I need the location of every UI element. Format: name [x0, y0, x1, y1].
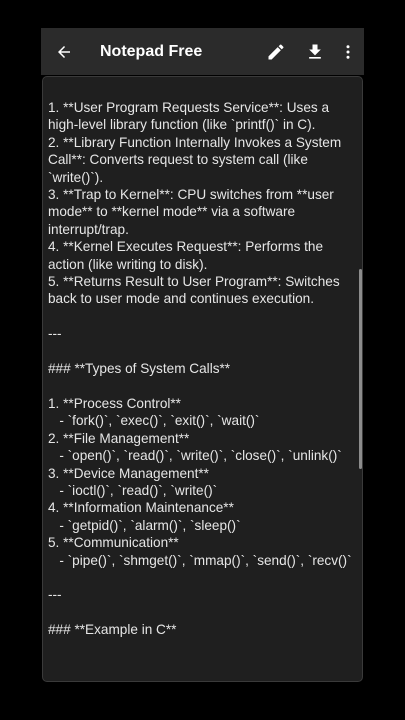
- note-text[interactable]: 1. **User Program Requests Service**: Us…: [48, 99, 360, 639]
- arrow-back-icon: [58, 45, 70, 58]
- more-vertical-icon: [346, 44, 350, 59]
- app-bar: Notepad Free: [41, 28, 364, 75]
- back-button[interactable]: [42, 28, 86, 75]
- more-options-button[interactable]: [336, 28, 360, 75]
- note-editor[interactable]: 1. **User Program Requests Service**: Us…: [42, 76, 363, 682]
- edit-button[interactable]: [261, 28, 291, 75]
- pencil-icon: [268, 43, 284, 59]
- app-title: Notepad Free: [100, 42, 203, 60]
- screen: Notepad Free 1. **User Program Requests …: [0, 0, 405, 720]
- scrollbar[interactable]: [359, 269, 362, 469]
- download-icon: [309, 44, 321, 59]
- save-button[interactable]: [300, 28, 330, 75]
